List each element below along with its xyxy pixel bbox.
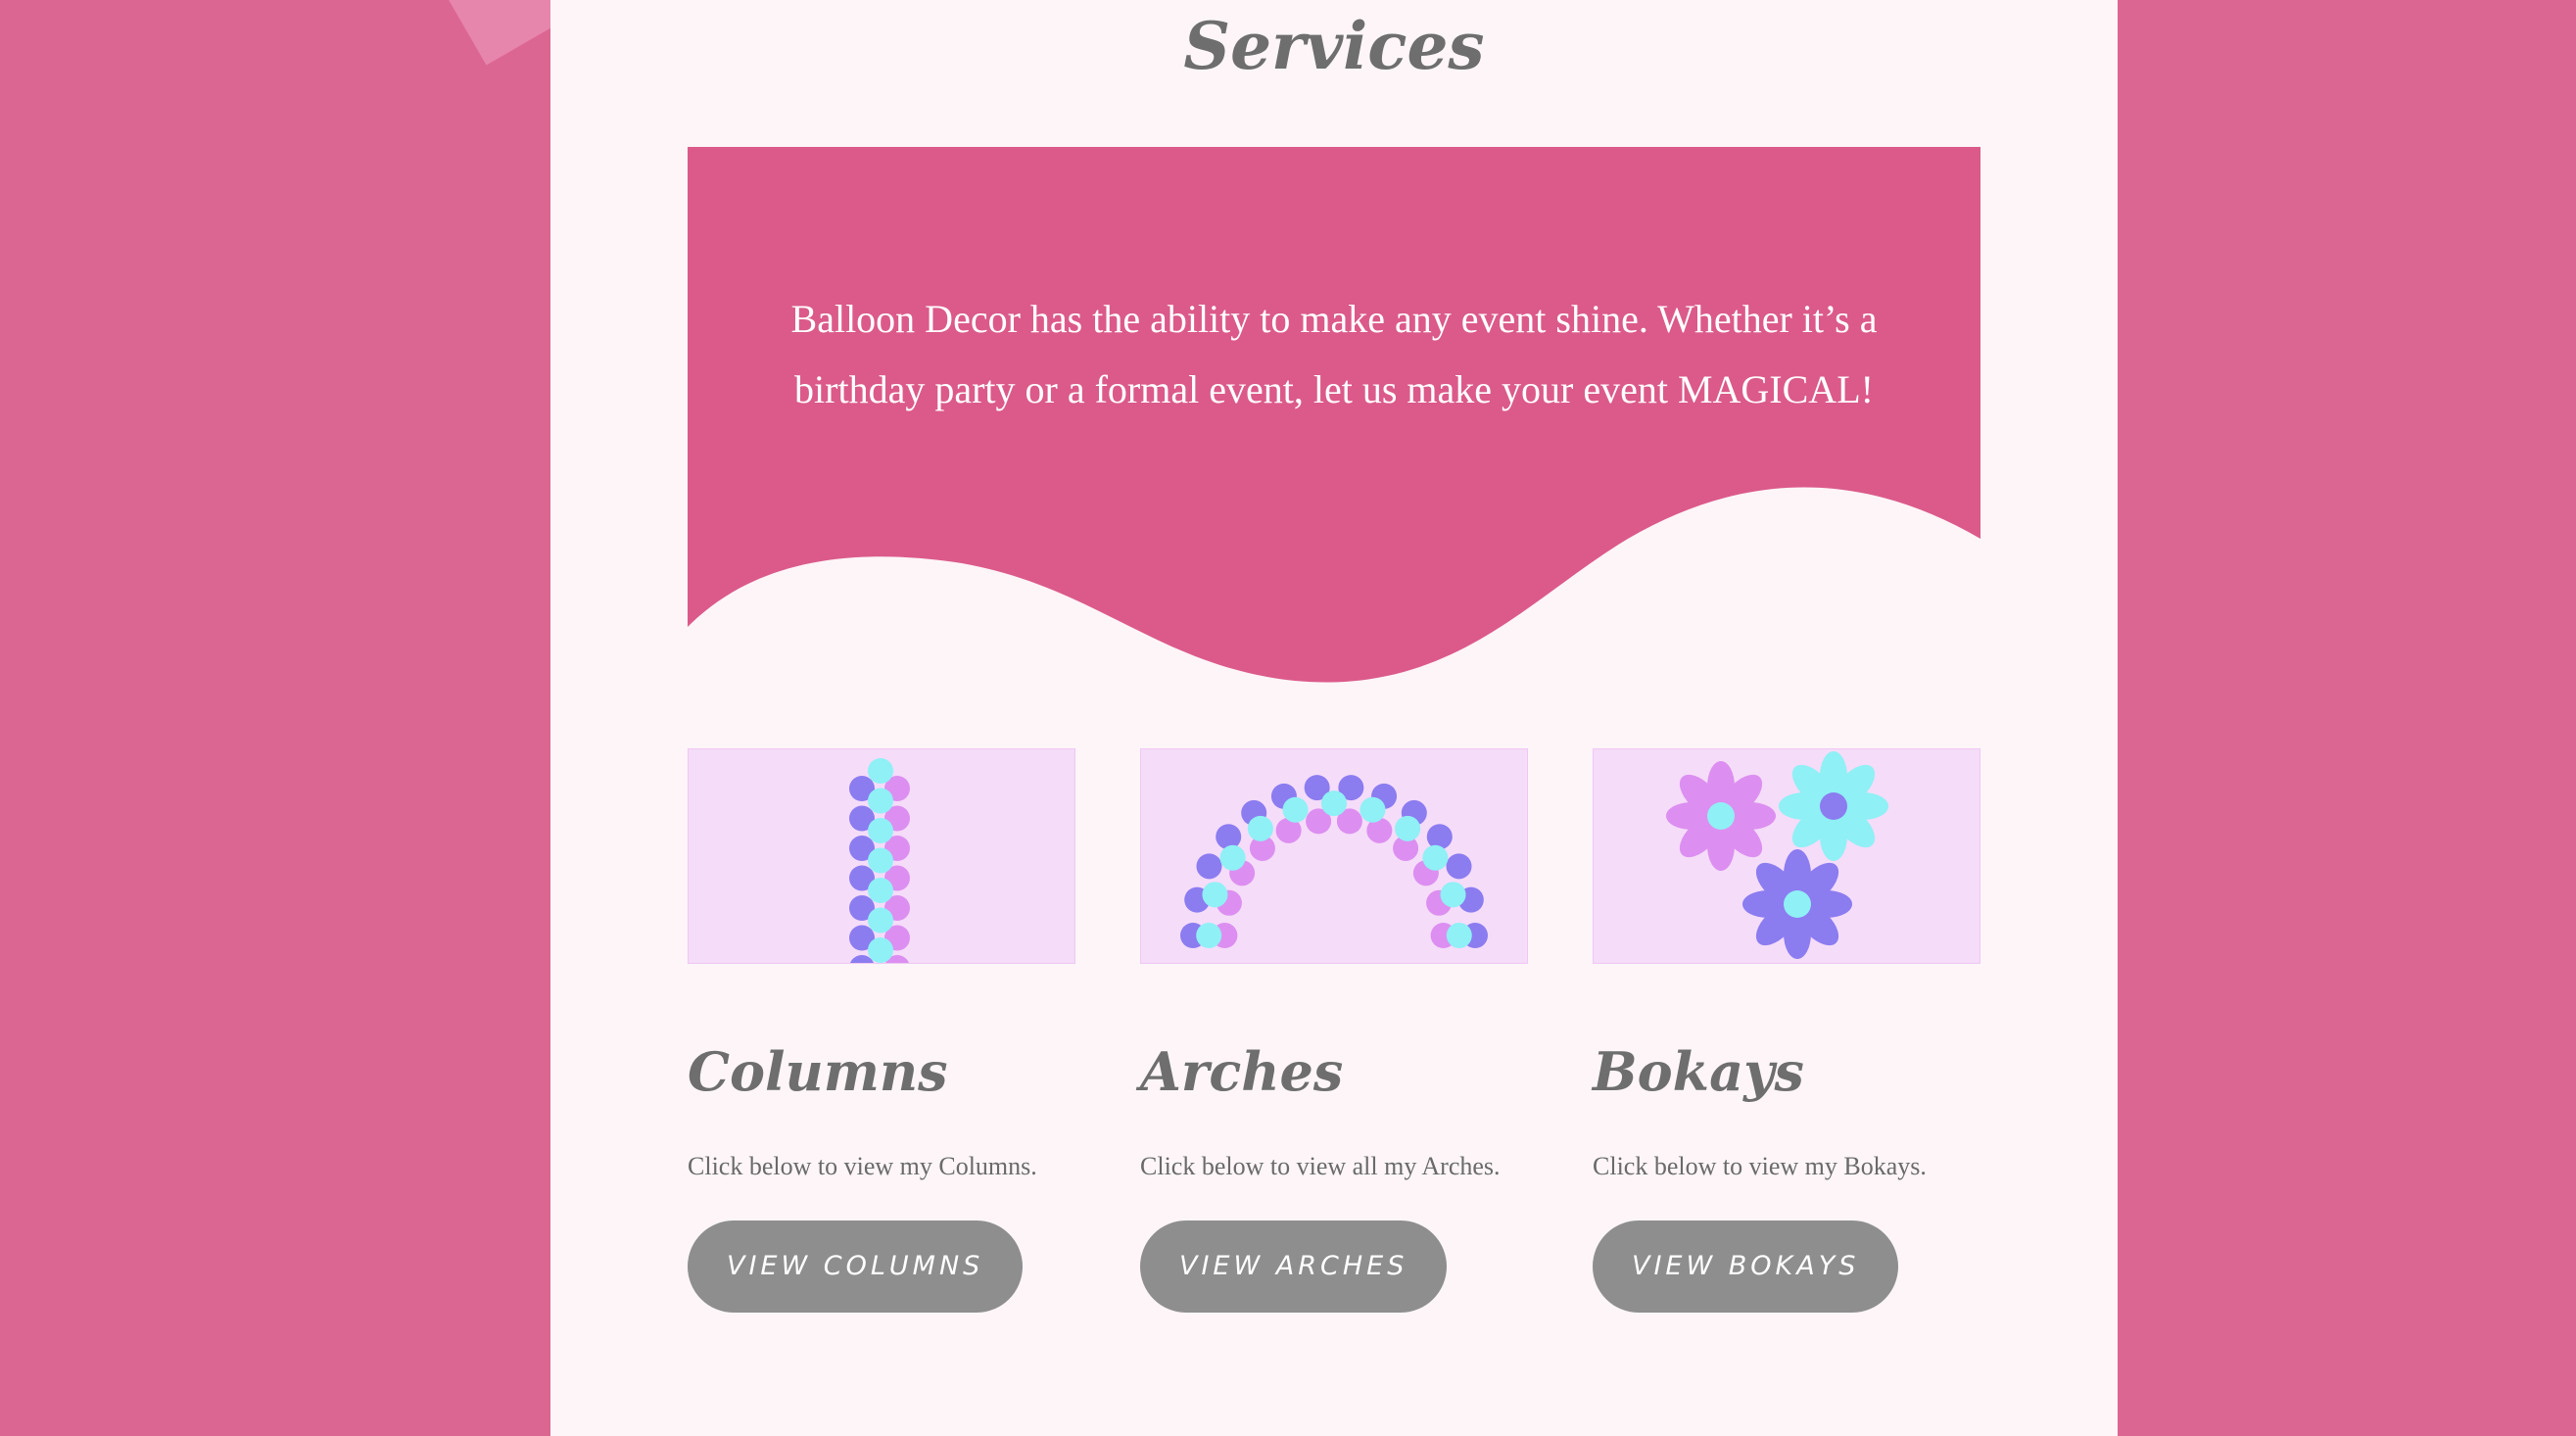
balloon [1219, 844, 1246, 871]
corner-decoration [442, 0, 563, 66]
card-description: Click below to view my Bokays. [1593, 1152, 1927, 1180]
card-description: Click below to view all my Arches. [1140, 1152, 1501, 1180]
balloon [1360, 796, 1386, 823]
view-columns-button[interactable]: VIEW COLUMNS [688, 1221, 1024, 1313]
card-title: Arches [1140, 1040, 1344, 1103]
balloon [868, 907, 893, 933]
arches-image [1140, 748, 1528, 964]
services-panel: Services Balloon Decor has the ability t… [550, 0, 2118, 1436]
view-bokays-button[interactable]: VIEW BOKAYS [1593, 1221, 1899, 1313]
card-description: Click below to view my Columns. [688, 1152, 1037, 1180]
balloon [868, 818, 893, 843]
bokays-image [1593, 748, 1980, 964]
balloon [1196, 923, 1222, 948]
balloon [868, 788, 893, 814]
balloon [1426, 824, 1453, 850]
service-card-columns: Columns Click below to view my Columns. … [688, 748, 1075, 1313]
balloon [1196, 853, 1222, 880]
pink-flower-center [1707, 802, 1735, 830]
balloon [868, 878, 893, 903]
balloon [1422, 844, 1449, 871]
balloon [1247, 815, 1273, 841]
balloon-column-illustration [849, 758, 910, 963]
balloon-flower-illustration [1666, 751, 1888, 959]
balloon [1321, 790, 1347, 817]
view-arches-button[interactable]: VIEW ARCHES [1140, 1221, 1448, 1313]
service-card-bokays: Bokays Click below to view my Bokays. VI… [1593, 748, 1980, 1313]
balloon [1440, 882, 1466, 908]
card-title: Bokays [1593, 1040, 1804, 1103]
balloon [868, 758, 893, 784]
page-title: Services [1183, 8, 1485, 84]
balloon [1216, 824, 1242, 850]
balloon [1395, 815, 1421, 841]
balloon [868, 937, 893, 963]
balloon [868, 847, 893, 874]
violet-flower-center [1784, 890, 1811, 918]
columns-image [688, 748, 1075, 964]
balloon-arch-illustration [1180, 775, 1488, 948]
balloon [1446, 923, 1472, 948]
service-card-arches: Arches Click below to view all my Arches… [1140, 748, 1528, 1313]
intro-banner: Balloon Decor has the ability to make an… [688, 147, 1980, 686]
banner-text: Balloon Decor has the ability to make an… [790, 297, 1878, 411]
cyan-flower-center [1820, 792, 1847, 820]
card-title: Columns [688, 1040, 948, 1103]
balloon [1282, 796, 1309, 823]
balloon [1446, 853, 1472, 880]
balloon [1202, 882, 1228, 908]
